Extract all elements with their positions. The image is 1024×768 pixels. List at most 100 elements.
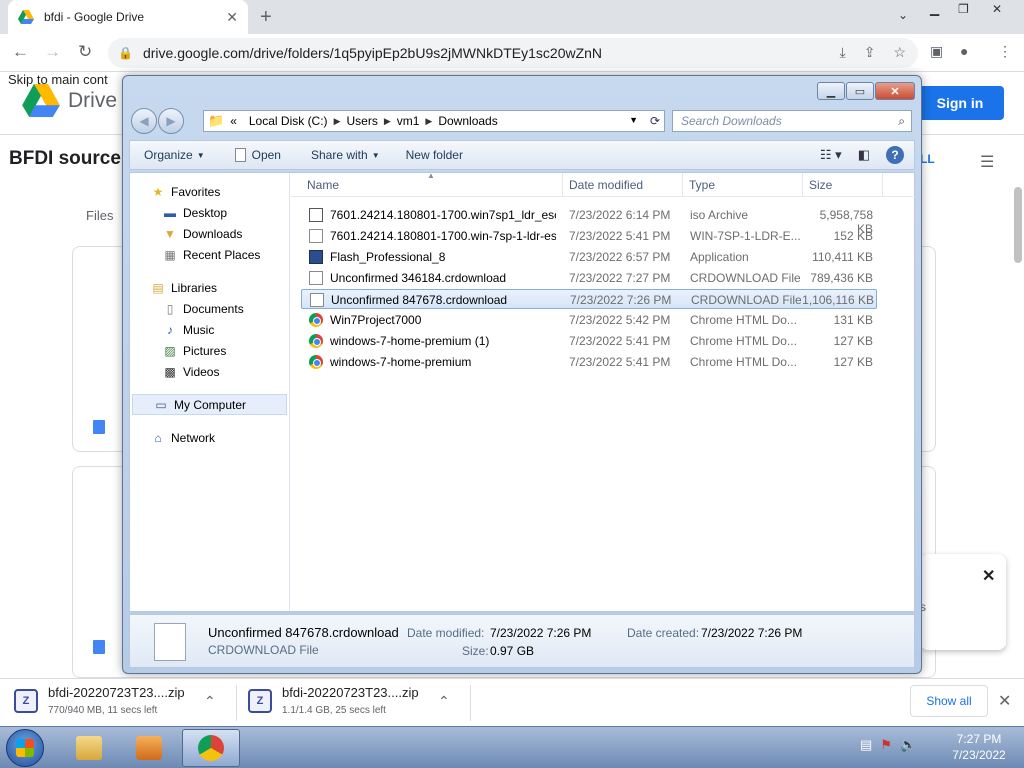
chrome-menu-icon[interactable]: ⋮	[998, 43, 1012, 60]
explorer-back-icon[interactable]: ◀	[131, 108, 157, 134]
forward-arrow-icon[interactable]: →	[44, 42, 61, 62]
file-row[interactable]: Unconfirmed 847678.crdownload 7/23/2022 7…	[301, 289, 877, 309]
taskbar-chrome[interactable]	[182, 729, 240, 767]
file-row[interactable]: windows-7-home-premium (1) 7/23/2022 5:41…	[301, 331, 877, 351]
column-date-modified[interactable]: Date modified	[563, 173, 683, 197]
details-date-modified-label: Date modified:	[407, 626, 485, 640]
details-date-created-label: Date created:	[627, 626, 700, 640]
explorer-address-bar[interactable]: 📁 « Local Disk (C:) ▶ Users ▶ vm1 ▶ Down…	[203, 110, 665, 132]
volume-icon[interactable]: 🔈	[900, 737, 916, 753]
breadcrumb-vm1[interactable]: vm1	[397, 114, 420, 128]
open-button[interactable]: Open	[234, 148, 281, 162]
taskbar-explorer[interactable]	[60, 729, 118, 767]
taskbar-media-player[interactable]	[120, 729, 178, 767]
breadcrumb-users[interactable]: Users	[346, 114, 377, 128]
toast-close-icon[interactable]: ✕	[982, 566, 995, 586]
explorer-minimize-icon[interactable]: ▁	[817, 82, 845, 100]
browser-tab[interactable]: bfdi - Google Drive ✕	[8, 0, 248, 34]
bookmark-star-icon[interactable]: ☆	[893, 44, 906, 61]
tab-search-icon[interactable]: ⌄	[898, 8, 908, 22]
search-icon[interactable]: ⌕	[898, 114, 905, 129]
file-date-modified: 7/23/2022 6:14 PM	[569, 208, 671, 222]
breadcrumb-separator-icon[interactable]: ▶	[384, 116, 391, 127]
tab-close-icon[interactable]: ✕	[226, 9, 238, 26]
file-row[interactable]: Win7Project7000 7/23/2022 5:42 PM Chrome H…	[301, 310, 877, 330]
file-name: Flash_Professional_8	[330, 250, 446, 264]
nav-favorites[interactable]: ★ Favorites	[130, 181, 289, 202]
explorer-close-icon[interactable]: ✕	[875, 82, 915, 100]
zip-file-icon: Z	[14, 689, 38, 713]
app-file-icon	[309, 250, 323, 264]
help-icon[interactable]: ?	[886, 146, 904, 164]
details-size-label: Size:	[462, 644, 489, 658]
chevron-up-icon[interactable]: ⌃	[438, 693, 450, 710]
breadcrumb-separator-icon[interactable]: ▶	[425, 116, 432, 127]
list-view-icon[interactable]: ☰	[980, 152, 994, 172]
file-type: CRDOWNLOAD File	[690, 271, 800, 285]
explorer-maximize-icon[interactable]: ▭	[846, 82, 874, 100]
view-all-link[interactable]: LL	[920, 152, 935, 166]
window-minimize-icon[interactable]: ▁	[930, 2, 939, 16]
file-row[interactable]: 7601.24214.180801-1700.win7sp1_ldr_escr.…	[301, 205, 877, 236]
side-panel-icon[interactable]: ▣	[930, 43, 943, 60]
lock-icon: 🔒	[118, 46, 133, 60]
preview-pane-icon[interactable]: ◧	[858, 147, 870, 163]
view-options-icon[interactable]: ☷ ▾	[820, 147, 842, 163]
nav-desktop[interactable]: ▬ Desktop	[130, 202, 289, 223]
organize-button[interactable]: Organize ▼	[144, 148, 205, 162]
sign-in-button[interactable]: Sign in	[916, 86, 1004, 120]
computer-icon: ▭	[155, 397, 167, 412]
start-button[interactable]	[6, 729, 44, 767]
explorer-search-input[interactable]: Search Downloads ⌕	[672, 110, 912, 132]
nav-documents[interactable]: ▯ Documents	[130, 298, 289, 319]
chevron-up-icon[interactable]: ⌃	[204, 693, 216, 710]
share-icon[interactable]: ⇪	[864, 44, 876, 61]
nav-recent-places[interactable]: ▦ Recent Places	[130, 244, 289, 265]
file-row[interactable]: Unconfirmed 346184.crdownload 7/23/2022 7…	[301, 268, 877, 288]
explorer-forward-icon[interactable]: ▶	[158, 108, 184, 134]
back-arrow-icon[interactable]: ←	[12, 42, 29, 62]
file-row[interactable]: Flash_Professional_8 7/23/2022 6:57 PM App…	[301, 247, 877, 267]
nav-my-computer[interactable]: ▭ My Computer	[132, 394, 287, 415]
download-file-name: bfdi-20220723T23....zip	[48, 685, 185, 700]
new-tab-icon[interactable]: +	[260, 6, 272, 29]
breadcrumb-local-disk[interactable]: Local Disk (C:)	[249, 114, 328, 128]
explorer-refresh-icon[interactable]: ⟳	[645, 110, 665, 132]
drive-logo[interactable]: Drive	[22, 84, 117, 117]
nav-music[interactable]: ♪ Music	[130, 319, 289, 340]
close-icon[interactable]: ✕	[998, 691, 1011, 711]
breadcrumb-overflow[interactable]: «	[230, 114, 237, 128]
file-row[interactable]: 7601.24214.180801-1700.win-7sp-1-ldr-es.…	[301, 226, 877, 246]
details-file-type: CRDOWNLOAD File	[208, 643, 319, 657]
breadcrumb-separator-icon[interactable]: ▶	[334, 116, 341, 127]
breadcrumb-downloads[interactable]: Downloads	[438, 114, 497, 128]
nav-videos[interactable]: ▩ Videos	[130, 361, 289, 382]
window-close-icon[interactable]: ✕	[992, 2, 1002, 16]
column-name[interactable]: Name	[301, 173, 563, 197]
network-tray-icon[interactable]: ▤	[860, 737, 872, 753]
file-type: Chrome HTML Do...	[690, 355, 797, 369]
page-scrollbar[interactable]	[1014, 187, 1022, 263]
nav-pictures[interactable]: ▨ Pictures	[130, 340, 289, 361]
nav-network[interactable]: ⌂ Network	[130, 427, 289, 448]
column-type[interactable]: Type	[683, 173, 803, 197]
show-all-button[interactable]: Show all	[910, 685, 988, 717]
download-item[interactable]: Z bfdi-20220723T23....zip 770/940 MB, 11…	[0, 679, 230, 727]
address-dropdown-icon[interactable]: ▼	[629, 115, 638, 125]
action-center-icon[interactable]: ⚑	[880, 737, 892, 753]
taskbar-clock[interactable]: 7:27 PM 7/23/2022	[944, 731, 1014, 763]
reload-icon[interactable]: ↻	[78, 42, 92, 62]
nav-libraries[interactable]: ▤ Libraries	[130, 277, 289, 298]
download-icon[interactable]: ⤓	[840, 44, 846, 61]
share-with-button[interactable]: Share with ▼	[311, 148, 380, 162]
file-row[interactable]: windows-7-home-premium 7/23/2022 5:41 PM C…	[301, 352, 877, 372]
file-name: Win7Project7000	[330, 313, 422, 327]
download-item[interactable]: Z bfdi-20220723T23....zip 1.1/1.4 GB, 25…	[234, 679, 464, 727]
new-folder-button[interactable]: New folder	[406, 148, 463, 162]
nav-downloads[interactable]: ▼ Downloads	[130, 223, 289, 244]
address-bar[interactable]: 🔒 drive.google.com/drive/folders/1q5pyip…	[108, 38, 918, 68]
profile-avatar-icon[interactable]: ●	[960, 43, 968, 59]
column-size[interactable]: Size	[803, 173, 883, 197]
file-date-modified: 7/23/2022 6:57 PM	[569, 250, 671, 264]
window-restore-icon[interactable]: ❐	[958, 2, 969, 16]
